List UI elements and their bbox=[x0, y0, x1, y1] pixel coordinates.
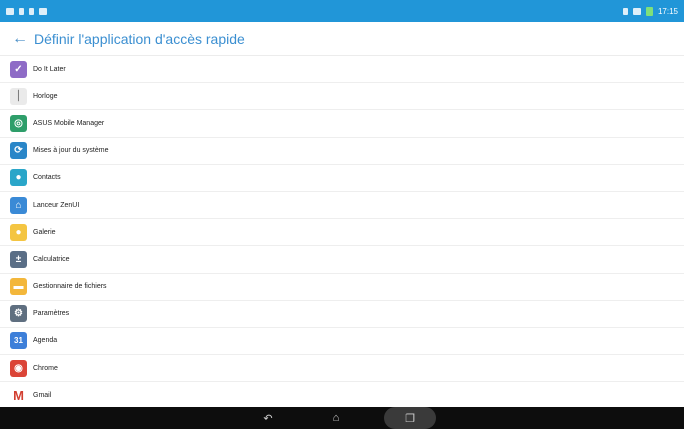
zenui-launcher-icon: ⌂ bbox=[10, 196, 27, 214]
mobile-manager-icon: ◎ bbox=[10, 114, 27, 132]
app-label: Agenda bbox=[33, 337, 58, 345]
recent-apps-button-icon[interactable]: ❐ bbox=[384, 407, 436, 429]
list-item[interactable]: ● Galerie bbox=[0, 219, 684, 247]
battery-icon bbox=[645, 6, 653, 16]
calendar-icon: 31 bbox=[10, 332, 27, 350]
gmail-icon: M bbox=[10, 386, 27, 404]
list-item[interactable]: ▬ Gestionnaire de fichiers bbox=[0, 274, 684, 301]
app-label: Galerie bbox=[33, 228, 56, 236]
list-item[interactable]: ⟳ Mises à jour du système bbox=[0, 138, 684, 165]
status-time: 17:15 bbox=[657, 6, 678, 16]
bluetooth-icon bbox=[622, 7, 628, 15]
settings-icon: ⚙ bbox=[10, 305, 27, 323]
app-label: Calculatrice bbox=[33, 255, 70, 263]
notification-icon bbox=[29, 7, 34, 15]
wifi-icon bbox=[632, 7, 641, 15]
list-item[interactable]: ⌂ Lanceur ZenUI bbox=[0, 192, 684, 220]
navigation-bar: ↶ ⌂ ❐ bbox=[0, 407, 684, 429]
list-item[interactable]: ● Contacts bbox=[0, 165, 684, 192]
app-label: Gmail bbox=[33, 391, 52, 399]
title-bar: ← Définir l'application d'accès rapide bbox=[0, 22, 684, 56]
status-bar-system: 17:15 bbox=[622, 6, 678, 16]
status-bar-notifications bbox=[6, 7, 47, 15]
contacts-icon: ● bbox=[10, 169, 27, 187]
back-button-icon[interactable]: ↶ bbox=[248, 412, 288, 425]
gallery-icon: ● bbox=[10, 223, 27, 241]
app-label: Do It Later bbox=[33, 65, 66, 73]
page-title: Définir l'application d'accès rapide bbox=[34, 30, 245, 47]
list-item[interactable]: 31 Agenda bbox=[0, 328, 684, 356]
file-manager-icon: ▬ bbox=[10, 278, 27, 296]
list-item[interactable]: M Gmail bbox=[0, 382, 684, 410]
notification-icon bbox=[39, 7, 47, 15]
app-list: ✓ Do It Later ⏐ Horloge ◎ ASUS Mobile Manager… bbox=[0, 56, 684, 410]
do-it-later-icon: ✓ bbox=[10, 60, 27, 78]
app-label: Mises à jour du système bbox=[33, 147, 109, 155]
status-bar: 17:15 bbox=[0, 0, 684, 22]
app-label: Gestionnaire de fichiers bbox=[33, 283, 107, 291]
app-label: Lanceur ZenUI bbox=[33, 201, 80, 209]
chrome-icon: ◉ bbox=[10, 359, 27, 377]
list-item[interactable]: ⏐ Horloge bbox=[0, 83, 684, 111]
app-label: Horloge bbox=[33, 92, 58, 100]
notification-icon bbox=[6, 7, 14, 15]
home-button-icon[interactable]: ⌂ bbox=[316, 412, 356, 424]
list-item[interactable]: ⚙ Paramètres bbox=[0, 301, 684, 328]
clock-icon: ⏐ bbox=[10, 87, 27, 105]
list-item[interactable]: ✓ Do It Later bbox=[0, 56, 684, 84]
list-item[interactable]: ± Calculatrice bbox=[0, 246, 684, 274]
calculator-icon: ± bbox=[10, 250, 27, 268]
app-label: Contacts bbox=[33, 174, 61, 182]
system-update-icon: ⟳ bbox=[10, 142, 27, 160]
back-arrow-icon[interactable]: ← bbox=[12, 30, 30, 48]
app-label: Paramètres bbox=[33, 310, 70, 318]
app-label: Chrome bbox=[33, 364, 58, 372]
list-item[interactable]: ◎ ASUS Mobile Manager bbox=[0, 110, 684, 138]
app-label: ASUS Mobile Manager bbox=[33, 119, 105, 127]
list-item[interactable]: ◉ Chrome bbox=[0, 355, 684, 383]
notification-icon bbox=[19, 7, 24, 15]
